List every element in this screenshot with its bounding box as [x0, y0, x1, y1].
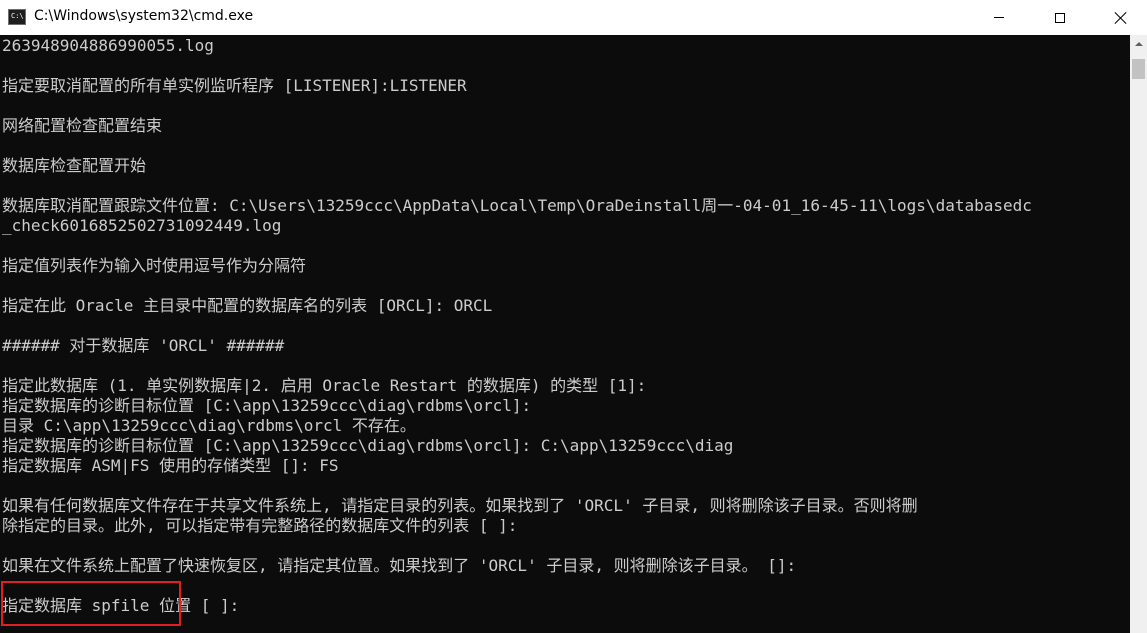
scroll-up-button[interactable]	[1130, 35, 1147, 52]
console-line: 指定此数据库 (1. 单实例数据库|2. 启用 Oracle Restart 的…	[2, 376, 647, 395]
console-line: 如果有任何数据库文件存在于共享文件系统上, 请指定目录的列表。如果找到了 'OR…	[2, 496, 918, 515]
console-line: 如果在文件系统上配置了快速恢复区, 请指定其位置。如果找到了 'ORCL' 子目…	[2, 556, 797, 575]
vertical-scrollbar[interactable]	[1130, 35, 1147, 633]
minimize-icon	[994, 17, 1004, 18]
close-icon	[1115, 12, 1127, 24]
console-line: ###### 对于数据库 'ORCL' ######	[2, 336, 285, 355]
console-output[interactable]: 263948904886990055.log 指定要取消配置的所有单实例监听程序…	[0, 35, 1130, 633]
arrow-up-icon	[1134, 41, 1143, 46]
console-line: 数据库检查配置开始	[2, 156, 147, 175]
highlight-box	[1, 581, 181, 626]
console-line: 目录 C:\app\13259ccc\diag\rdbms\orcl 不存在。	[2, 416, 416, 435]
console-line: 除指定的目录。此外, 可以指定带有完整路径的数据库文件的列表 [ ]:	[2, 516, 518, 535]
console-line: 数据库取消配置跟踪文件位置: C:\Users\13259ccc\AppData…	[2, 196, 1032, 215]
title-bar[interactable]: C:\ C:\Windows\system32\cmd.exe	[0, 0, 1147, 35]
scrollbar-thumb[interactable]	[1132, 59, 1145, 79]
console-line: 263948904886990055.log	[2, 36, 214, 55]
console-line: 指定数据库的诊断目标位置 [C:\app\13259ccc\diag\rdbms…	[2, 436, 734, 455]
maximize-button[interactable]	[1037, 0, 1083, 35]
console-line: 指定数据库 ASM|FS 使用的存储类型 []: FS	[2, 456, 339, 475]
close-button[interactable]	[1098, 0, 1144, 35]
console-line: 指定要取消配置的所有单实例监听程序 [LISTENER]:LISTENER	[2, 76, 467, 95]
cmd-icon: C:\	[8, 9, 26, 25]
maximize-icon	[1055, 12, 1065, 23]
window-title: C:\Windows\system32\cmd.exe	[34, 8, 254, 24]
minimize-button[interactable]	[976, 0, 1022, 35]
console-line: 指定在此 Oracle 主目录中配置的数据库名的列表 [ORCL]: ORCL	[2, 296, 493, 315]
console-line: 指定数据库的诊断目标位置 [C:\app\13259ccc\diag\rdbms…	[2, 396, 532, 415]
console-line: 指定值列表作为输入时使用逗号作为分隔符	[2, 256, 307, 275]
console-line: 网络配置检查配置结束	[2, 116, 163, 135]
console-line: _check6016852502731092449.log	[2, 216, 282, 235]
